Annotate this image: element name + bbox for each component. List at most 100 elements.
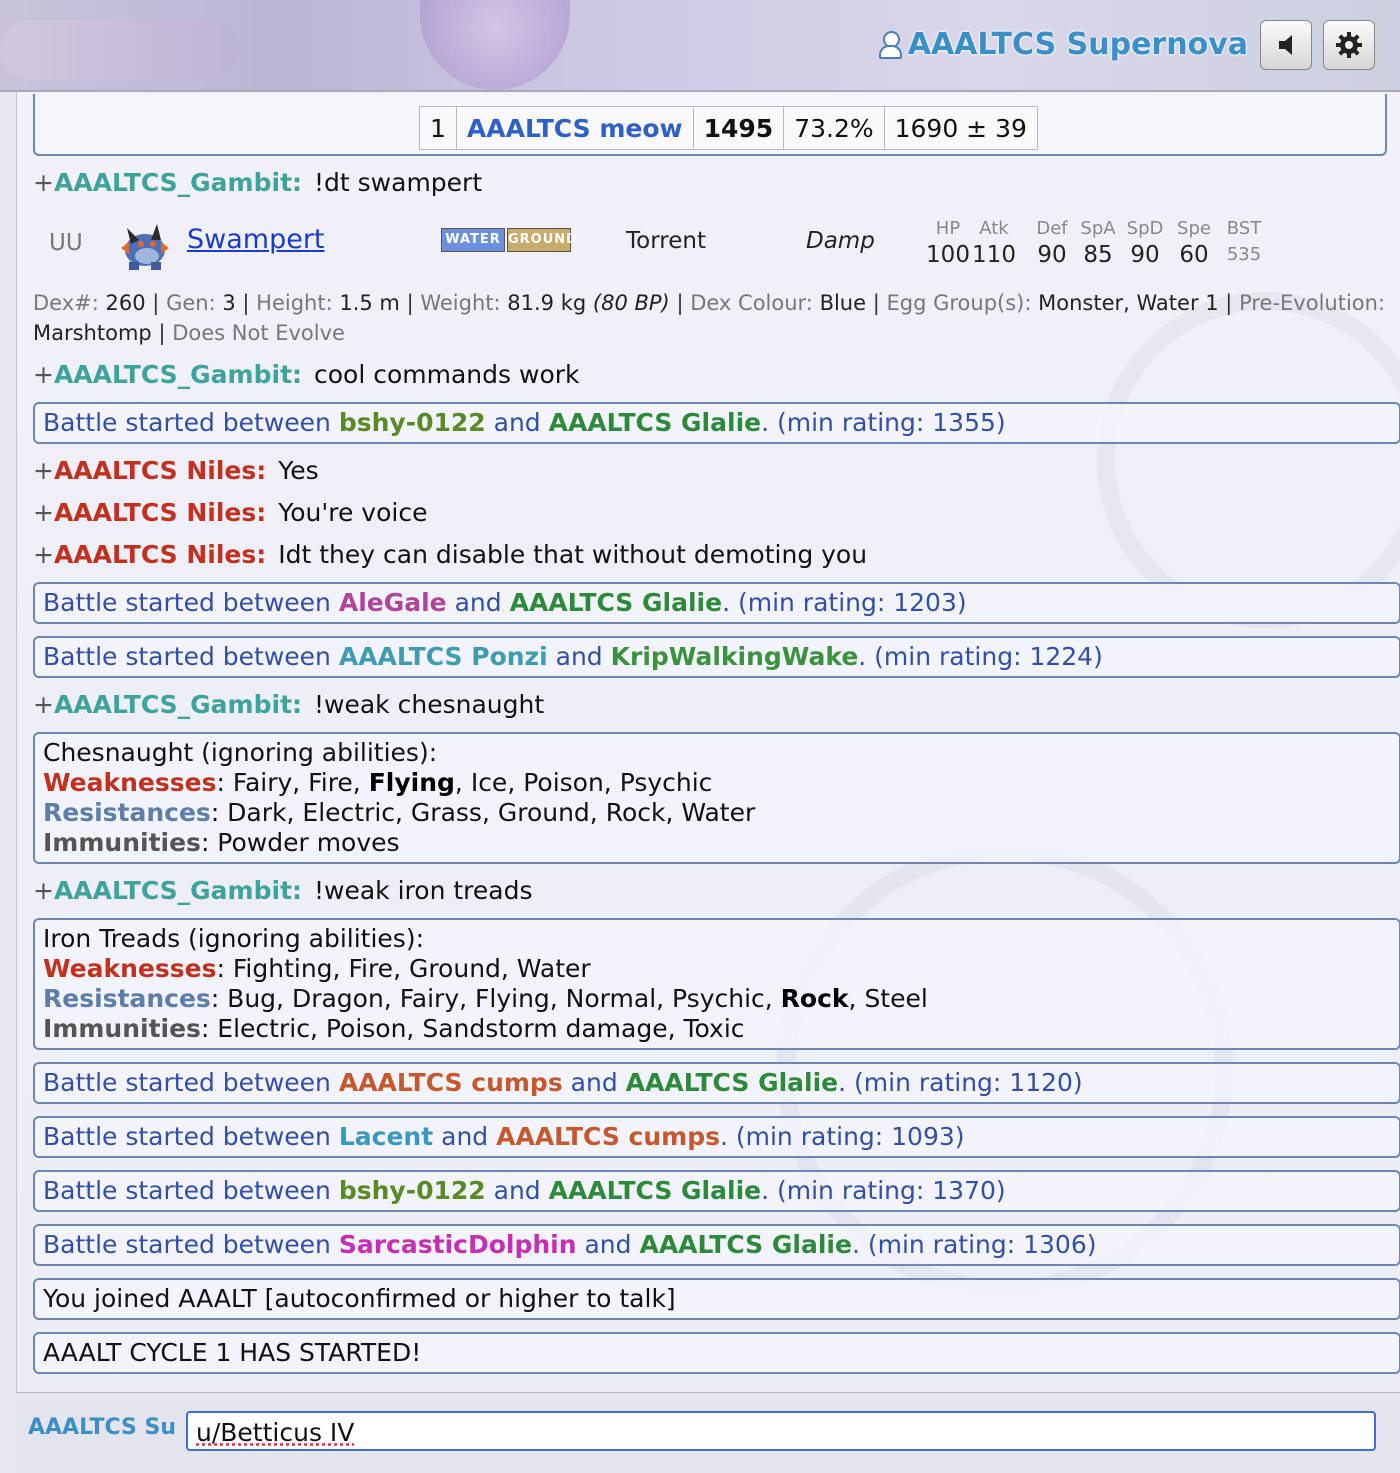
weakness-result: Chesnaught (ignoring abilities): Weaknes… [33, 732, 1400, 864]
immunities-label: Immunities [43, 828, 201, 857]
rank-player-name[interactable]: AAALTCS meow [455, 106, 694, 150]
battle-rating: . (min rating: 1355) [761, 408, 1006, 437]
type-badge-water: WATER [441, 228, 505, 252]
resistances-text: : Bug, Dragon, Fairy, Flying, Normal, Ps… [210, 984, 781, 1013]
chat-message: +AAALTCS Niles: You're voice [33, 495, 427, 531]
battle-player-2[interactable]: AAALTCS cumps [496, 1122, 720, 1151]
message-username[interactable]: AAALTCS_Gambit: [54, 876, 302, 905]
weight-bp: (80 BP) [592, 291, 670, 315]
weakness-title: Iron Treads (ignoring abilities): [43, 924, 425, 953]
user-rank-symbol: + [33, 168, 54, 197]
message-username[interactable]: AAALTCS_Gambit: [54, 168, 302, 197]
battle-player-2[interactable]: AAALTCS Glalie [549, 1176, 761, 1205]
battle-player-1[interactable]: bshy-0122 [339, 1176, 486, 1205]
battle-notice[interactable]: Battle started between bshy-0122 and AAA… [33, 1170, 1400, 1212]
chat-message: +AAALTCS_Gambit: !weak iron treads [33, 873, 533, 909]
resistances-label: Resistances [43, 798, 211, 827]
resistances-text: : Dark, Electric, Grass, Ground, Rock, W… [210, 798, 756, 827]
speaker-icon [1279, 35, 1292, 55]
stat-value: 100 [926, 242, 970, 268]
battle-player-2[interactable]: AAALTCS Glalie [626, 1068, 838, 1097]
battle-player-2[interactable]: AAALTCS Glalie [549, 408, 761, 437]
battle-player-2[interactable]: KripWalkingWake [611, 642, 859, 671]
weakness-title: Chesnaught (ignoring abilities): [43, 738, 438, 767]
stat-atk: Atk 110 [972, 218, 1016, 270]
weaknesses-text: : Fighting, Fire, Ground, Water [216, 954, 591, 983]
user-icon [878, 30, 902, 59]
battle-lead-text: Battle started between [43, 408, 331, 437]
stat-value: 60 [1179, 242, 1209, 268]
battle-player-2[interactable]: AAALTCS Glalie [510, 588, 722, 617]
battle-player-1[interactable]: AAALTCS Ponzi [339, 642, 548, 671]
battle-lead-text: Battle started between [43, 1176, 331, 1205]
message-text: cool commands work [314, 360, 580, 389]
stat-value: 90 [1130, 242, 1160, 268]
battle-notice[interactable]: Battle started between AAALTCS Ponzi and… [33, 636, 1400, 678]
battle-and: and [570, 1068, 618, 1097]
battle-player-1[interactable]: SarcasticDolphin [339, 1230, 577, 1259]
stat-value: 90 [1037, 242, 1067, 268]
stat-spa: SpA 85 [1076, 218, 1120, 270]
settings-button[interactable] [1323, 20, 1375, 70]
chat-input-value[interactable]: u/Betticus IV [196, 1418, 354, 1447]
battle-notice[interactable]: Battle started between SarcasticDolphin … [33, 1224, 1400, 1266]
message-username[interactable]: AAALTCS_Gambit: [54, 360, 302, 389]
rank-cell: 1 [419, 106, 457, 150]
battle-and: and [454, 588, 502, 617]
battle-player-1[interactable]: Lacent [339, 1122, 433, 1151]
weight-value: 81.9 kg [507, 291, 587, 315]
chat-input[interactable]: u/Betticus IV [186, 1411, 1376, 1451]
user-menu[interactable]: AAALTCS Supernova [878, 24, 1248, 64]
resistance-double: Rock [780, 984, 849, 1013]
message-username[interactable]: AAALTCS Niles: [54, 498, 266, 527]
chat-message: +AAALTCS_Gambit: !weak chesnaught [33, 687, 544, 723]
battle-rating: . (min rating: 1306) [851, 1230, 1097, 1259]
stat-value: 110 [972, 242, 1016, 268]
battle-player-1[interactable]: AAALTCS cumps [339, 1068, 563, 1097]
immunities-line: Immunities: Powder moves [43, 828, 1391, 858]
battle-and: and [555, 642, 603, 671]
stat-spd: SpD 90 [1123, 218, 1167, 270]
battle-notice[interactable]: Battle started between AAALTCS cumps and… [33, 1062, 1400, 1104]
stat-label: Atk [979, 218, 1009, 239]
ladder-rank-box: 1 AAALTCS meow 1495 73.2% 1690 ± 39 [33, 94, 1387, 156]
battle-and: and [493, 1176, 541, 1205]
message-username[interactable]: AAALTCS_Gambit: [54, 690, 302, 719]
battle-and: and [584, 1230, 632, 1259]
height-label: Height: [256, 291, 333, 315]
weaknesses-label: Weaknesses [43, 768, 217, 797]
battle-player-1[interactable]: AleGale [339, 588, 447, 617]
chat-log[interactable]: 1 AAALTCS meow 1495 73.2% 1690 ± 39 +AAA… [16, 92, 1400, 1392]
battle-lead-text: Battle started between [43, 1122, 331, 1151]
battle-notice[interactable]: Battle started between Lacent and AAALTC… [33, 1116, 1400, 1158]
battle-player-1[interactable]: bshy-0122 [339, 408, 486, 437]
weight-label: Weight: [420, 291, 501, 315]
chat-compose-bar: AAALTCS Su u/Betticus IV [16, 1392, 1400, 1473]
battle-lead-text: Battle started between [43, 1068, 331, 1097]
battle-notice[interactable]: Battle started between bshy-0122 and AAA… [33, 402, 1400, 444]
stat-label: HP [935, 218, 961, 239]
sound-button[interactable] [1260, 20, 1312, 70]
pokemon-datacard: UU Swampert WATER GROUND Torrent Damp HP… [33, 212, 1393, 280]
resistances-label: Resistances [43, 984, 211, 1013]
dex-value: 260 [105, 291, 146, 315]
message-username[interactable]: AAALTCS Niles: [54, 456, 266, 485]
stat-hp: HP 100 [926, 218, 970, 270]
stat-def: Def 90 [1030, 218, 1074, 270]
colour-value: Blue [819, 291, 867, 315]
evolution-status: Does Not Evolve [172, 321, 345, 345]
battle-lead-text: Battle started between [43, 588, 331, 617]
compose-username[interactable]: AAALTCS Su [28, 1415, 188, 1440]
message-username[interactable]: AAALTCS Niles: [54, 540, 266, 569]
chat-message: +AAALTCS Niles: Idt they can disable that… [33, 537, 867, 573]
username[interactable]: AAALTCS Supernova [908, 27, 1248, 62]
user-rank-symbol: + [33, 360, 54, 389]
stat-label: SpD [1126, 218, 1164, 239]
battle-player-2[interactable]: AAALTCS Glalie [639, 1230, 851, 1259]
message-text: !dt swampert [314, 168, 483, 197]
stat-label: SpA [1080, 218, 1116, 239]
battle-notice[interactable]: Battle started between AleGale and AAALT… [33, 582, 1400, 624]
egg-group-label: Egg Group(s): [886, 291, 1032, 315]
egg-group-value: Monster, Water 1 [1038, 291, 1219, 315]
pokemon-name-link[interactable]: Swampert [187, 224, 325, 255]
